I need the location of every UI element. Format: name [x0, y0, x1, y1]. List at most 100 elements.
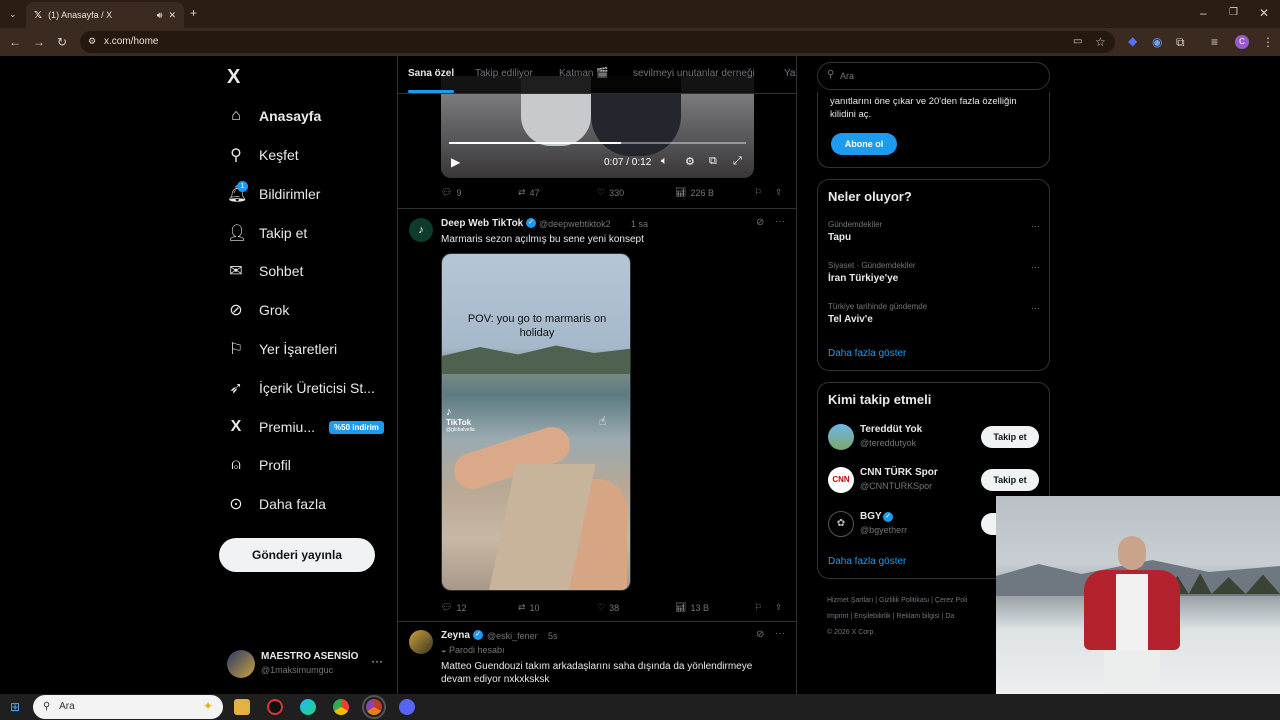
play-icon[interactable]: ▶ — [451, 155, 460, 169]
pip-icon[interactable]: ⧉ — [709, 155, 717, 168]
tab-following[interactable]: Takip ediliyor — [475, 68, 533, 79]
nav-item-messages[interactable]: ✉ Sohbet — [227, 257, 303, 285]
file-explorer-icon[interactable] — [234, 699, 250, 715]
footer-link[interactable]: Çerez Poli — [935, 597, 967, 604]
taskbar-search-input[interactable]: Ara — [59, 701, 75, 712]
audio-extension-icon[interactable]: ◉ — [1152, 36, 1162, 48]
post-button[interactable]: Gönderi yayınla — [219, 538, 375, 572]
volume-icon[interactable]: 🔈︎ — [661, 155, 668, 168]
more-dots-icon[interactable]: ··· — [1031, 262, 1040, 272]
browser-menu-icon[interactable]: ⋮ — [1262, 36, 1274, 48]
nav-item-explore[interactable]: ⚲ Keşfet — [227, 141, 299, 169]
speaker-icon[interactable]: 🔊︎ — [157, 10, 163, 21]
nav-item-follow[interactable]: 👤︎ Takip et — [227, 219, 307, 247]
author-handle[interactable]: @eski_fener — [487, 631, 538, 641]
more-dots-icon[interactable]: ··· — [371, 654, 383, 668]
post-video[interactable]: POV: you go to marmaris on holiday ♪ Tik… — [441, 253, 631, 591]
trend-item[interactable]: Türkiye tarihinde gündemde Tel Aviv'e ··… — [828, 302, 1040, 325]
post-time[interactable]: 5s — [548, 631, 558, 641]
footer-link[interactable]: Imprint — [827, 613, 848, 620]
author-handle[interactable]: @deepwebtiktok2 — [539, 219, 611, 229]
post[interactable]: Zeyna ✓ @eski_fener 5s ⊘ ··· ◒ Parodi he… — [398, 622, 796, 694]
grok-icon[interactable]: ⊘ — [756, 217, 764, 228]
nav-item-grok[interactable]: ⊘ Grok — [227, 296, 289, 324]
nav-item-home[interactable]: ⌂ Anasayfa — [227, 102, 321, 130]
post-time[interactable]: 1 sa — [631, 219, 648, 229]
tab-more[interactable]: Ya — [784, 68, 796, 79]
discord-icon[interactable] — [399, 699, 415, 715]
footer-link[interactable]: Hizmet Şartları — [827, 597, 873, 604]
taskbar-search[interactable]: ⚲ Ara ✦ — [33, 695, 223, 719]
settings-icon[interactable]: ⚙︎ — [685, 155, 695, 168]
minimize-icon[interactable]: – — [1200, 7, 1207, 19]
trend-item[interactable]: Siyaset · Gündemdekiler İran Türkiye'ye … — [828, 261, 1040, 284]
footer-link[interactable]: Reklam bilgisi — [896, 613, 939, 620]
views-button[interactable]: 📊︎ 226 B — [675, 187, 714, 198]
chrome-active-icon[interactable] — [362, 695, 386, 719]
address-field[interactable]: ⚙︎ x.com/home — [80, 31, 1115, 53]
reply-button[interactable]: 💬︎ 9 — [441, 187, 461, 198]
chrome-icon[interactable] — [333, 699, 349, 715]
video-progress-track[interactable] — [449, 142, 746, 144]
reload-icon[interactable]: ↻ — [57, 36, 67, 48]
bookmark-icon[interactable]: ⚐ — [754, 602, 762, 613]
like-button[interactable]: ♡ 330 — [597, 187, 624, 198]
cast-icon[interactable]: ▭ — [1073, 36, 1082, 48]
nav-item-notifications[interactable]: 🔔︎ 1 Bildirimler — [227, 180, 320, 208]
search-input[interactable]: Ara — [840, 71, 854, 81]
follow-suggestion[interactable]: CNN CNN TÜRK Spor @CNNTURKSpor Takip et — [818, 464, 1049, 498]
bookmark-icon[interactable]: ⚐ — [754, 187, 762, 198]
fullscreen-icon[interactable]: ⤢ — [733, 155, 742, 168]
author-name[interactable]: Zeyna — [441, 630, 470, 641]
show-more-trends-link[interactable]: Daha fazla göster — [828, 348, 906, 359]
footer-link[interactable]: Da — [945, 613, 954, 620]
tab-community[interactable]: sevilmeyi unutanlar derneği — [633, 68, 755, 79]
nav-item-premium[interactable]: X Premiu... %50 indirim — [227, 413, 384, 441]
edge-icon[interactable] — [300, 699, 316, 715]
nav-item-bookmarks[interactable]: ⚐ Yer İşaretleri — [227, 335, 337, 363]
like-button[interactable]: ♡ 38 — [597, 602, 619, 613]
app-icon[interactable] — [267, 699, 283, 715]
forward-icon[interactable]: → — [33, 36, 45, 48]
nav-item-creator-studio[interactable]: ➶ İçerik Üreticisi St... — [227, 374, 375, 402]
nav-item-profile[interactable]: ⍝ Profil — [227, 451, 291, 479]
account-switcher[interactable]: MAESTRO ASENSİO @1maksimumguc ··· — [225, 648, 385, 682]
more-dots-icon[interactable]: ··· — [1031, 303, 1040, 313]
repost-button[interactable]: ⇄ 10 — [518, 602, 540, 613]
nav-item-more[interactable]: ⊙ Daha fazla — [227, 490, 326, 518]
more-dots-icon[interactable]: ··· — [775, 628, 785, 639]
star-icon[interactable]: ☆ — [1095, 36, 1106, 48]
vpn-extension-icon[interactable]: ◆ — [1128, 35, 1137, 47]
footer-link[interactable]: Gizlilik Politikası — [879, 597, 929, 604]
follow-suggestion[interactable]: Tereddüt Yok @tereddutyok Takip et — [818, 421, 1049, 455]
search-box[interactable]: ⚲ Ara — [817, 62, 1050, 90]
extensions-icon[interactable]: ⧉ — [1176, 36, 1185, 48]
tab-for-you[interactable]: Sana özel — [408, 68, 454, 79]
more-dots-icon[interactable]: ··· — [1031, 221, 1040, 231]
reply-button[interactable]: 💬︎ 12 — [441, 602, 466, 613]
post[interactable]: ♪ Deep Web TikTok ✓ @deepwebtiktok2 1 sa… — [398, 209, 796, 621]
close-window-icon[interactable]: ✕ — [1259, 7, 1269, 19]
media-icon[interactable]: ≡ — [1211, 36, 1218, 48]
windows-start-icon[interactable]: ⊞ — [10, 700, 20, 714]
tab-list-icon[interactable]: ⌄ — [9, 8, 17, 20]
author-name[interactable]: Deep Web TikTok — [441, 218, 523, 229]
restore-icon[interactable]: ❐ — [1229, 7, 1238, 19]
new-tab-icon[interactable]: + — [190, 7, 197, 19]
trend-item[interactable]: Gündemdekiler Tapu ··· — [828, 220, 1040, 243]
share-icon[interactable]: ⇪ — [775, 187, 783, 198]
browser-tab[interactable]: 𝕏 (1) Anasayfa / X 🔊︎ ✕ — [26, 2, 184, 28]
x-logo[interactable]: X — [227, 66, 240, 89]
subscribe-button[interactable]: Abone ol — [831, 133, 897, 155]
close-tab-icon[interactable]: ✕ — [168, 10, 176, 21]
profile-avatar[interactable]: C — [1235, 35, 1249, 49]
follow-button[interactable]: Takip et — [981, 469, 1039, 491]
footer-link[interactable]: Erişilebilirlik — [854, 613, 891, 620]
site-info-icon[interactable]: ⚙︎ — [88, 36, 96, 47]
repost-button[interactable]: ⇄ 47 — [518, 187, 540, 198]
more-dots-icon[interactable]: ··· — [775, 216, 785, 227]
share-icon[interactable]: ⇪ — [775, 602, 783, 613]
show-more-follow-link[interactable]: Daha fazla göster — [828, 556, 906, 567]
back-icon[interactable]: ← — [9, 36, 21, 48]
grok-icon[interactable]: ⊘ — [756, 629, 764, 640]
